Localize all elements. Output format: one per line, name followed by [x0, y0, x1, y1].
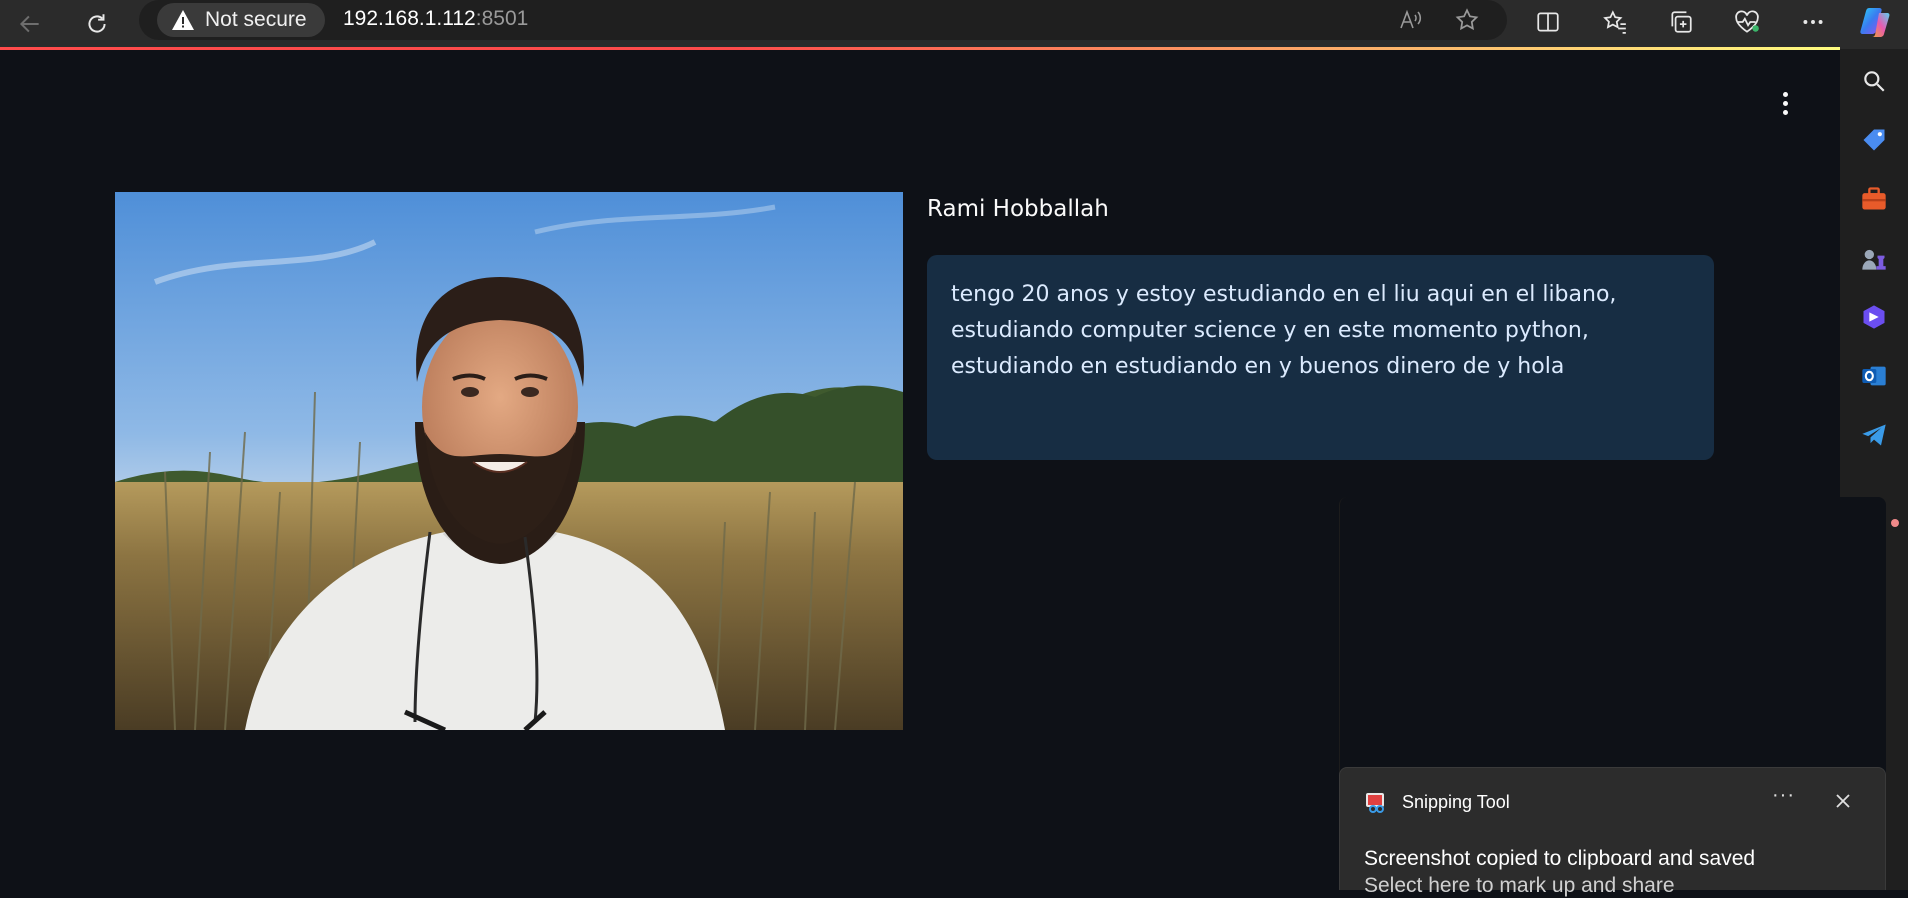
- browser-essentials-button[interactable]: [1729, 4, 1765, 40]
- sidebar-outlook-button[interactable]: [1856, 358, 1892, 394]
- warning-icon: [172, 10, 194, 30]
- shopping-tag-icon: [1863, 129, 1885, 151]
- sidebar-tools-button[interactable]: [1856, 181, 1892, 217]
- notification-more-button[interactable]: ···: [1772, 784, 1795, 807]
- browser-toolbar: Not secure 192.168.1.112:8501: [0, 0, 1908, 49]
- more-button[interactable]: [1795, 4, 1831, 40]
- snipping-tool-toast[interactable]: Snipping Tool ··· Screenshot copied to c…: [1339, 767, 1886, 897]
- notification-app: Snipping Tool: [1364, 790, 1510, 814]
- notification-close-button[interactable]: [1828, 786, 1858, 816]
- tools-icon: [1862, 187, 1886, 210]
- notification-subtitle: Select here to mark up and share: [1364, 874, 1675, 897]
- copilot-button[interactable]: [1857, 4, 1893, 40]
- collections-button[interactable]: [1663, 4, 1699, 40]
- sidebar-shopping-button[interactable]: [1856, 122, 1892, 158]
- sidebar-telegram-button[interactable]: [1856, 417, 1892, 453]
- notification-app-name: Snipping Tool: [1402, 791, 1510, 812]
- notification-title: Screenshot copied to clipboard and saved: [1364, 847, 1756, 870]
- split-screen-button[interactable]: [1530, 4, 1566, 40]
- security-indicator[interactable]: Not secure: [157, 3, 325, 37]
- favorites-button[interactable]: [1597, 4, 1633, 40]
- menu-dot: [1782, 100, 1788, 106]
- profile-name: Rami Hobballah: [927, 196, 1109, 222]
- read-aloud-icon: [1400, 9, 1422, 29]
- split-screen-icon: [1537, 12, 1559, 32]
- sidebar-bing-button[interactable]: [1856, 299, 1892, 335]
- search-icon: [1864, 71, 1885, 92]
- url-port: :8501: [475, 7, 529, 30]
- snipping-tool-icon: [1366, 793, 1384, 813]
- notification-dot: [1891, 519, 1899, 527]
- close-icon: [1836, 794, 1850, 808]
- reload-icon: [88, 14, 106, 33]
- bio-info-box: tengo 20 anos y estoy estudiando en el l…: [927, 255, 1714, 460]
- bing-chat-icon: [1863, 305, 1885, 329]
- star-icon: [1455, 8, 1479, 31]
- outlook-icon: [1862, 366, 1886, 386]
- menu-dot: [1782, 109, 1788, 115]
- back-button[interactable]: [12, 6, 48, 42]
- favorites-icon: [1603, 10, 1626, 34]
- more-icon: [1803, 20, 1823, 24]
- menu-dot: [1782, 91, 1788, 97]
- sidebar-games-button[interactable]: [1856, 240, 1892, 276]
- read-aloud-button[interactable]: [1395, 4, 1427, 36]
- profile-photo: [115, 192, 903, 730]
- collections-icon: [1671, 11, 1692, 33]
- games-icon: [1862, 249, 1886, 270]
- security-label: Not secure: [205, 8, 307, 31]
- reload-button[interactable]: [79, 6, 115, 42]
- telegram-icon: [1862, 424, 1886, 446]
- address-bar[interactable]: Not secure 192.168.1.112:8501: [139, 0, 1507, 40]
- copilot-icon: [1860, 8, 1890, 37]
- url-host: 192.168.1.112: [343, 7, 476, 30]
- sidebar-search-button[interactable]: [1856, 63, 1892, 99]
- browser-essentials-icon: [1735, 10, 1759, 33]
- url-text[interactable]: 192.168.1.112:8501: [343, 7, 528, 31]
- back-arrow-icon: [19, 15, 39, 33]
- favorite-button[interactable]: [1451, 4, 1483, 36]
- app-menu-button[interactable]: [1770, 88, 1800, 118]
